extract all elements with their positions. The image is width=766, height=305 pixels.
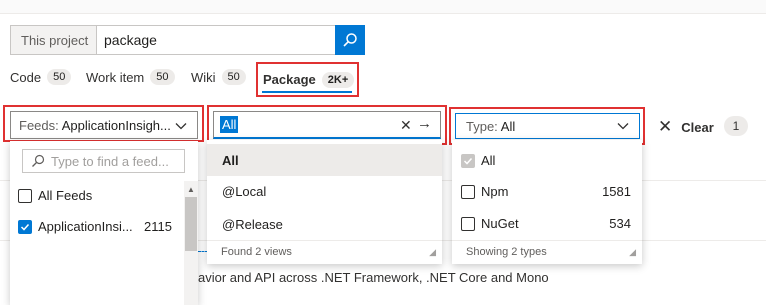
views-found-text: Found 2 views [221,246,292,258]
type-filter-dropdown[interactable]: Type: All [455,113,640,139]
tab-label: Package [263,72,316,87]
view-option-all[interactable]: All [222,153,239,168]
tab-label: Wiki [191,69,216,85]
feed-option-label: ApplicationInsi... [38,219,133,234]
selected-item-highlight [207,144,442,176]
clear-filters-label: Clear [681,119,714,135]
feed-option-count: 2115 [144,219,172,234]
check-icon [20,223,30,231]
feed-option-all-feeds[interactable]: All Feeds [18,188,92,203]
type-option-npm[interactable]: Npm 1581 [461,184,631,199]
type-filter-value: All [500,118,516,134]
feeds-filter-dropdown[interactable]: Feeds: ApplicationInsigh... [10,111,198,139]
type-option-label: Npm [481,184,509,199]
close-icon: ✕ [658,117,673,136]
resize-grip-icon[interactable]: ◢ [629,247,636,258]
checkbox[interactable] [461,216,475,231]
scroll-up-icon[interactable]: ▲ [187,185,195,194]
search-scope-selector[interactable]: This project [10,25,96,55]
views-filter-value: All [220,116,239,133]
feed-search-input[interactable]: Type to find a feed... [22,149,185,173]
check-icon [463,157,473,165]
tab-count-badge: 2K+ [321,71,355,88]
resize-grip-icon[interactable]: ◢ [429,247,436,258]
feeds-filter-value: ApplicationInsigh... [61,117,171,133]
active-filter-count-badge: 1 [724,116,748,136]
clear-filters-button[interactable]: ✕ Clear [658,117,714,137]
type-option-count: 1581 [602,184,631,199]
search-input[interactable]: package [96,25,336,55]
tab-count-badge: 50 [47,69,72,85]
arrow-right-icon[interactable]: → [417,115,432,132]
views-panel-footer: Found 2 views ◢ [207,240,442,264]
search-button[interactable] [335,25,365,55]
chevron-down-icon [175,123,187,130]
types-dropdown-panel: All Npm 1581 NuGet 534 Showing 2 types ◢ [452,140,642,264]
search-icon [343,33,357,47]
top-bar [0,0,766,14]
checkbox[interactable] [18,188,32,203]
tab-label: Work item [86,69,145,85]
result-description: avior and API across .NET Framework, .NE… [198,270,549,285]
view-option-local[interactable]: @Local [222,184,266,199]
feeds-dropdown-panel: Type to find a feed... All Feeds Applica… [10,141,198,305]
feed-option-applicationinsights[interactable]: ApplicationInsi... 2115 [18,219,178,234]
tab-work-item[interactable]: Work item 50 [86,66,175,88]
search-icon [32,154,45,167]
checkbox[interactable] [18,219,32,234]
scrollbar-thumb[interactable] [185,197,197,251]
tab-code[interactable]: Code 50 [10,66,72,88]
clear-input-icon[interactable]: ✕ [400,117,412,134]
views-dropdown-panel: All @Local @Release Found 2 views ◢ [207,140,442,264]
checkbox[interactable] [461,153,475,168]
checkbox[interactable] [461,184,475,199]
feeds-filter-label: Feeds: [19,117,59,133]
type-option-label: All [481,153,496,168]
feed-option-label: All Feeds [38,188,93,203]
tab-count-badge: 50 [150,69,175,85]
chevron-down-icon [617,123,629,130]
types-showing-text: Showing 2 types [466,246,547,258]
tab-count-badge: 50 [221,69,246,85]
type-option-nuget[interactable]: NuGet 534 [461,216,631,231]
views-filter-input[interactable]: All ✕ → [213,111,441,139]
active-tab-indicator [262,91,352,93]
type-option-all[interactable]: All [461,153,631,168]
type-option-count: 534 [609,216,631,231]
types-panel-footer: Showing 2 types ◢ [452,240,642,264]
view-option-release[interactable]: @Release [222,217,283,232]
tab-label: Code [10,69,42,85]
feed-search-placeholder: Type to find a feed... [51,153,169,169]
tab-wiki[interactable]: Wiki 50 [191,66,246,88]
type-option-label: NuGet [481,216,519,231]
type-filter-label: Type: [466,118,498,134]
